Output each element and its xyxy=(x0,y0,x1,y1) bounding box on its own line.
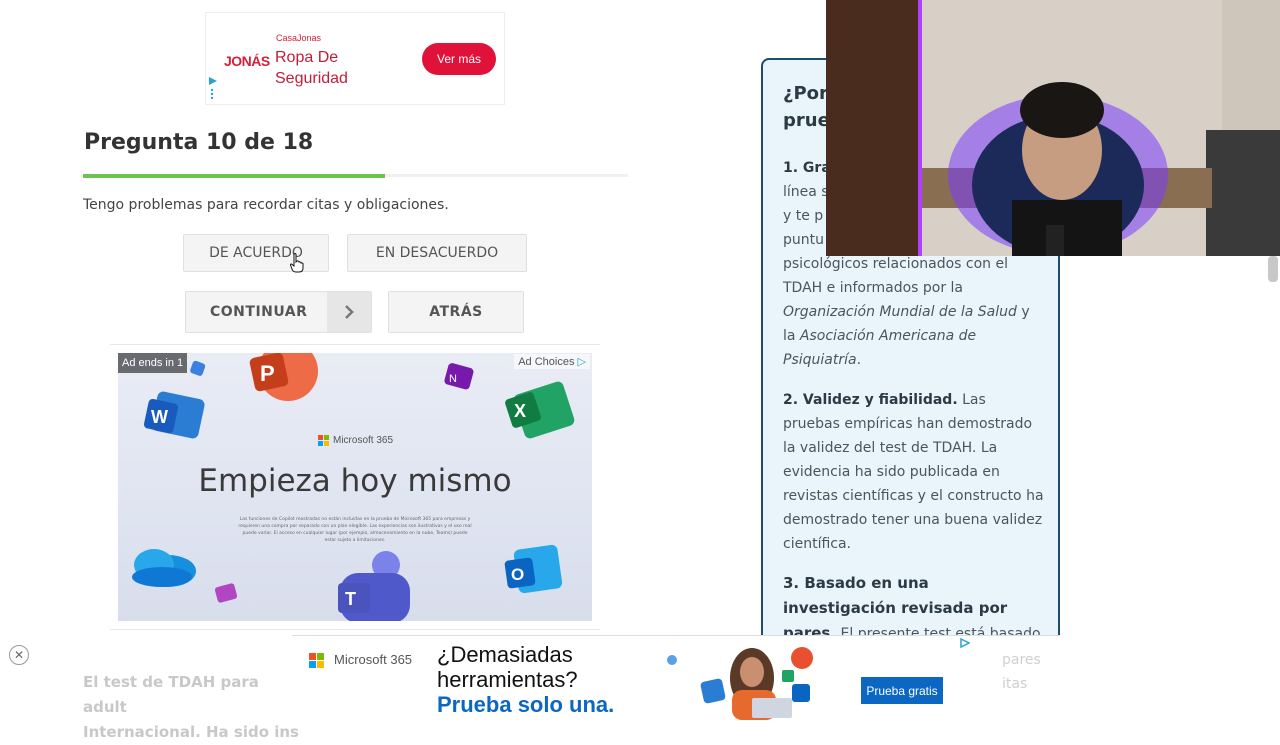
ad-headline: Ropa De Seguridad xyxy=(275,49,348,87)
bottom-ad-cta-button[interactable]: Prueba gratis xyxy=(861,677,943,704)
webcam-video-frame xyxy=(826,0,1280,256)
progress-fill xyxy=(83,174,385,178)
agree-button-label: DE ACUERDO xyxy=(209,245,303,261)
adchoices-icon[interactable] xyxy=(209,77,217,99)
microsoft-365-brand-text: Microsoft 365 xyxy=(333,435,394,446)
onenote-icon: N xyxy=(444,363,474,390)
intro-line-1: El test de TDAH para adult xyxy=(83,673,259,716)
svg-text:T: T xyxy=(345,589,356,609)
svg-text:O: O xyxy=(511,565,524,584)
teams-icon: T xyxy=(338,551,410,621)
outlook-icon: O xyxy=(504,544,563,594)
ad-choices-label[interactable]: Ad Choices ▷ xyxy=(514,354,590,369)
ad-headline-text: Empieza hoy mismo xyxy=(198,463,512,499)
close-icon: ✕ xyxy=(13,648,25,662)
svg-text:W: W xyxy=(151,407,168,427)
small-blue-icon xyxy=(190,360,206,376)
bottom-ad-line-3: Prueba solo una. xyxy=(437,692,615,717)
onedrive-icon xyxy=(132,549,196,587)
intro-line-2: Internacional. Ha sido ins xyxy=(83,723,299,741)
bottom-ad-brand: Microsoft 365 xyxy=(334,652,413,667)
word-icon: W xyxy=(143,391,205,439)
bottom-sticky-ad[interactable]: Microsoft 365 ¿Demasiadas herramientas? … xyxy=(292,635,1060,721)
point-1-line-3: puntu xyxy=(783,232,824,248)
bottom-ad-line-1: ¿Demasiadas herramientas? xyxy=(437,642,578,692)
card-overflow-faded-text: pares itas xyxy=(1002,648,1041,696)
ad-cta-button[interactable]: Ver más xyxy=(422,43,496,75)
microsoft-logo-icon xyxy=(309,653,324,668)
intro-paragraph-faded: El test de TDAH para adult Internacional… xyxy=(83,670,303,745)
point-2-text: Las pruebas empíricas han demostrado la … xyxy=(783,392,1044,552)
webcam-overlay xyxy=(826,0,1280,256)
svg-text:P: P xyxy=(260,361,275,386)
back-button[interactable]: ATRÁS xyxy=(388,291,524,333)
svg-text:N: N xyxy=(449,373,457,385)
card-point-2: 2. Validez y fiabilidad. Las pruebas emp… xyxy=(783,388,1045,556)
point-1-text-a: psicológicos relacionados con el TDAH e … xyxy=(783,256,1008,296)
continue-button-label: CONTINUAR xyxy=(210,304,308,320)
point-1-bold: 1. Gra xyxy=(783,160,831,176)
powerpoint-icon: P xyxy=(249,353,318,401)
ad-choices-text: Ad Choices xyxy=(518,356,575,368)
close-ad-button[interactable]: ✕ xyxy=(9,645,29,665)
adchoices-icon[interactable] xyxy=(960,638,970,648)
microsoft-logo-icon xyxy=(318,435,329,446)
point-1-line-1: línea s xyxy=(783,184,829,200)
microsoft-365-brand: Microsoft 365 xyxy=(318,435,393,446)
ad-brand-logo: JONÁS xyxy=(224,53,270,69)
question-text: Tengo problemas para recordar citas y ob… xyxy=(83,197,449,213)
bottom-ad-line-1-text: ¿Demasiadas xyxy=(437,642,573,667)
ad-fine-print: Las funciones de Copilot mostradas no es… xyxy=(238,517,472,543)
hand-cursor-icon xyxy=(290,253,304,273)
point-2-bold: 2. Validez y fiabilidad. xyxy=(783,392,958,408)
agree-button[interactable]: DE ACUERDO xyxy=(183,234,329,272)
ad-brand-small: CasaJonas xyxy=(276,33,322,43)
small-icon xyxy=(214,583,238,603)
point-1-italic-2: Asociación Americana de Psiquiatría xyxy=(783,328,977,368)
adchoices-icon: ▷ xyxy=(577,356,586,368)
bottom-ad-line-2-text: herramientas? xyxy=(437,667,578,692)
woman-with-laptop-image xyxy=(667,647,813,720)
disagree-button-label: EN DESACUERDO xyxy=(375,245,499,261)
back-button-label: ATRÁS xyxy=(429,304,483,320)
question-counter-title: Pregunta 10 de 18 xyxy=(84,130,314,155)
microsoft-365-ad[interactable]: Ad ends in 1 Ad Choices ▷ P W N X T O Mi… xyxy=(118,353,592,621)
continue-button[interactable]: CONTINUAR xyxy=(185,291,372,333)
faded-word-2: itas xyxy=(1002,676,1028,692)
point-1-line-2: y te p xyxy=(783,208,824,224)
top-banner-ad[interactable]: CasaJonas JONÁS Ropa De Seguridad Ver má… xyxy=(205,12,505,105)
scrollbar-thumb[interactable] xyxy=(1268,256,1278,282)
excel-icon: X xyxy=(505,381,575,439)
disagree-button[interactable]: EN DESACUERDO xyxy=(347,234,527,272)
point-1-end: . xyxy=(856,352,862,368)
ad-ends-label: Ad ends in 1 xyxy=(118,353,188,373)
faded-word-1: pares xyxy=(1002,652,1041,668)
chevron-right-icon xyxy=(327,292,371,332)
point-1-italic-1: Organización Mundial de la Salud xyxy=(783,304,1017,320)
svg-text:X: X xyxy=(514,401,526,421)
